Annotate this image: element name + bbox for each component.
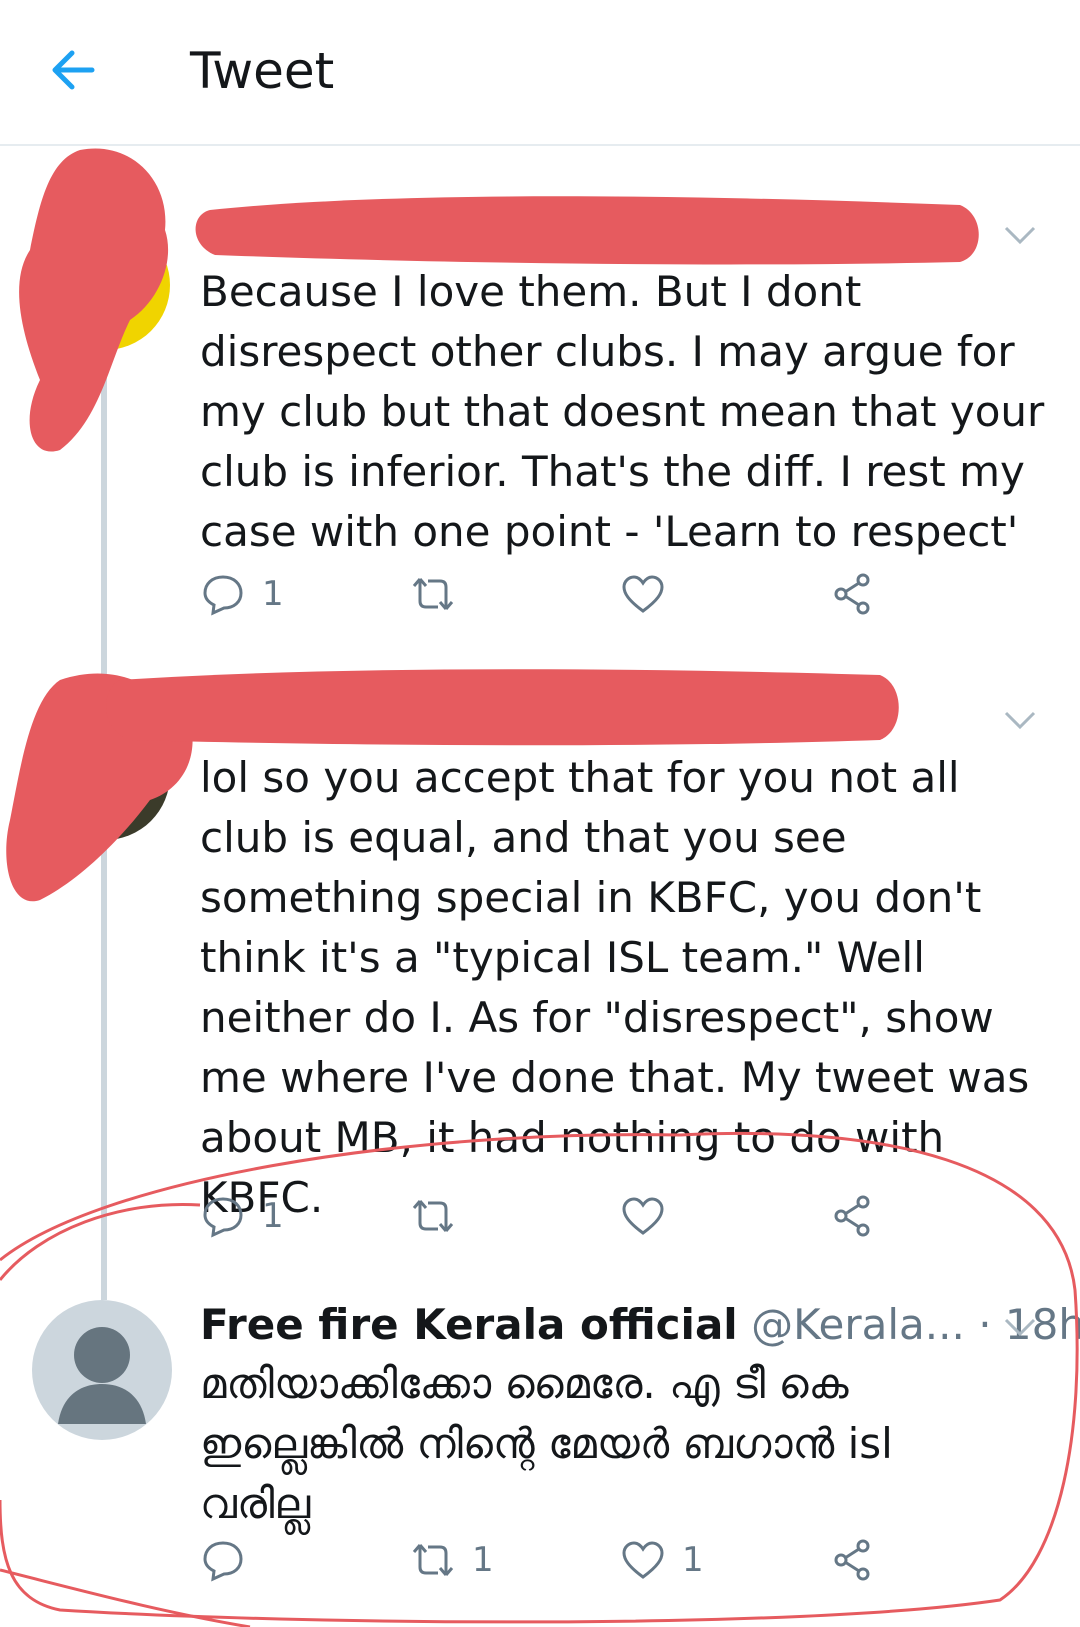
retweet-button[interactable] <box>410 1186 472 1246</box>
share-button[interactable] <box>830 1186 876 1246</box>
tweet-actions: 1 <box>200 564 920 624</box>
heart-icon <box>622 1197 664 1235</box>
like-button[interactable]: 1 <box>620 1530 704 1590</box>
tweet-3[interactable]: Free fire Kerala official @Kerala... · 1… <box>0 1290 1080 1627</box>
tweet-author-row: Free fire Kerala official @Kerala... · 1… <box>200 1300 1080 1349</box>
share-button[interactable] <box>830 1530 876 1590</box>
reply-icon <box>203 575 243 616</box>
top-bar: Tweet <box>0 0 1080 146</box>
page-title: Tweet <box>190 42 335 100</box>
share-button[interactable] <box>830 564 876 624</box>
retweet-icon <box>412 578 454 610</box>
retweet-button[interactable] <box>410 564 472 624</box>
reply-count: 1 <box>262 574 284 614</box>
retweet-icon <box>412 1544 454 1576</box>
chevron-down-icon[interactable] <box>1000 220 1040 250</box>
heart-icon <box>622 575 664 613</box>
share-icon <box>834 1195 870 1237</box>
retweet-icon <box>412 1200 454 1232</box>
tweet-actions: 1 <box>200 1186 920 1246</box>
avatar[interactable] <box>40 710 170 840</box>
tweet-1[interactable]: S Because I love them. But I dont disres… <box>0 150 1080 650</box>
chevron-down-icon[interactable] <box>1000 705 1040 735</box>
like-button[interactable] <box>620 564 682 624</box>
retweet-button[interactable]: 1 <box>410 1530 494 1590</box>
retweet-count: 1 <box>472 1540 494 1580</box>
default-user-icon <box>58 1327 146 1424</box>
arrow-left-icon[interactable] <box>44 40 104 100</box>
share-icon <box>834 573 870 615</box>
tweet-text: Because I love them. But I dont disrespe… <box>200 267 1045 556</box>
avatar[interactable] <box>40 220 170 350</box>
reply-button[interactable]: 1 <box>200 1186 284 1246</box>
reply-icon <box>203 1541 243 1582</box>
author-handle[interactable]: @Kerala... <box>751 1300 965 1349</box>
reply-count: 1 <box>262 1196 284 1236</box>
tweet-actions: 1 1 <box>200 1530 920 1590</box>
tweet-2[interactable]: lol so you accept that for you not all c… <box>0 670 1080 1270</box>
like-button[interactable] <box>620 1186 682 1246</box>
heart-icon <box>622 1541 664 1579</box>
reply-button[interactable]: 1 <box>200 564 284 624</box>
author-name[interactable]: Free fire Kerala official <box>200 1300 738 1349</box>
tweet-text: lol so you accept that for you not all c… <box>200 753 1030 1222</box>
share-icon <box>834 1539 870 1581</box>
like-count: 1 <box>682 1540 704 1580</box>
author-name[interactable]: S <box>200 208 230 257</box>
chevron-down-icon[interactable] <box>1000 1312 1040 1342</box>
avatar[interactable] <box>32 1300 172 1440</box>
tweet-author-row: S <box>200 208 230 257</box>
reply-icon <box>203 1197 243 1238</box>
tweet-text: മതിയാക്കിക്കോ മൈരേ. എ ടീ കെ ഇല്ലെങ്കിൽ ന… <box>200 1359 893 1528</box>
reply-button[interactable] <box>200 1530 262 1590</box>
